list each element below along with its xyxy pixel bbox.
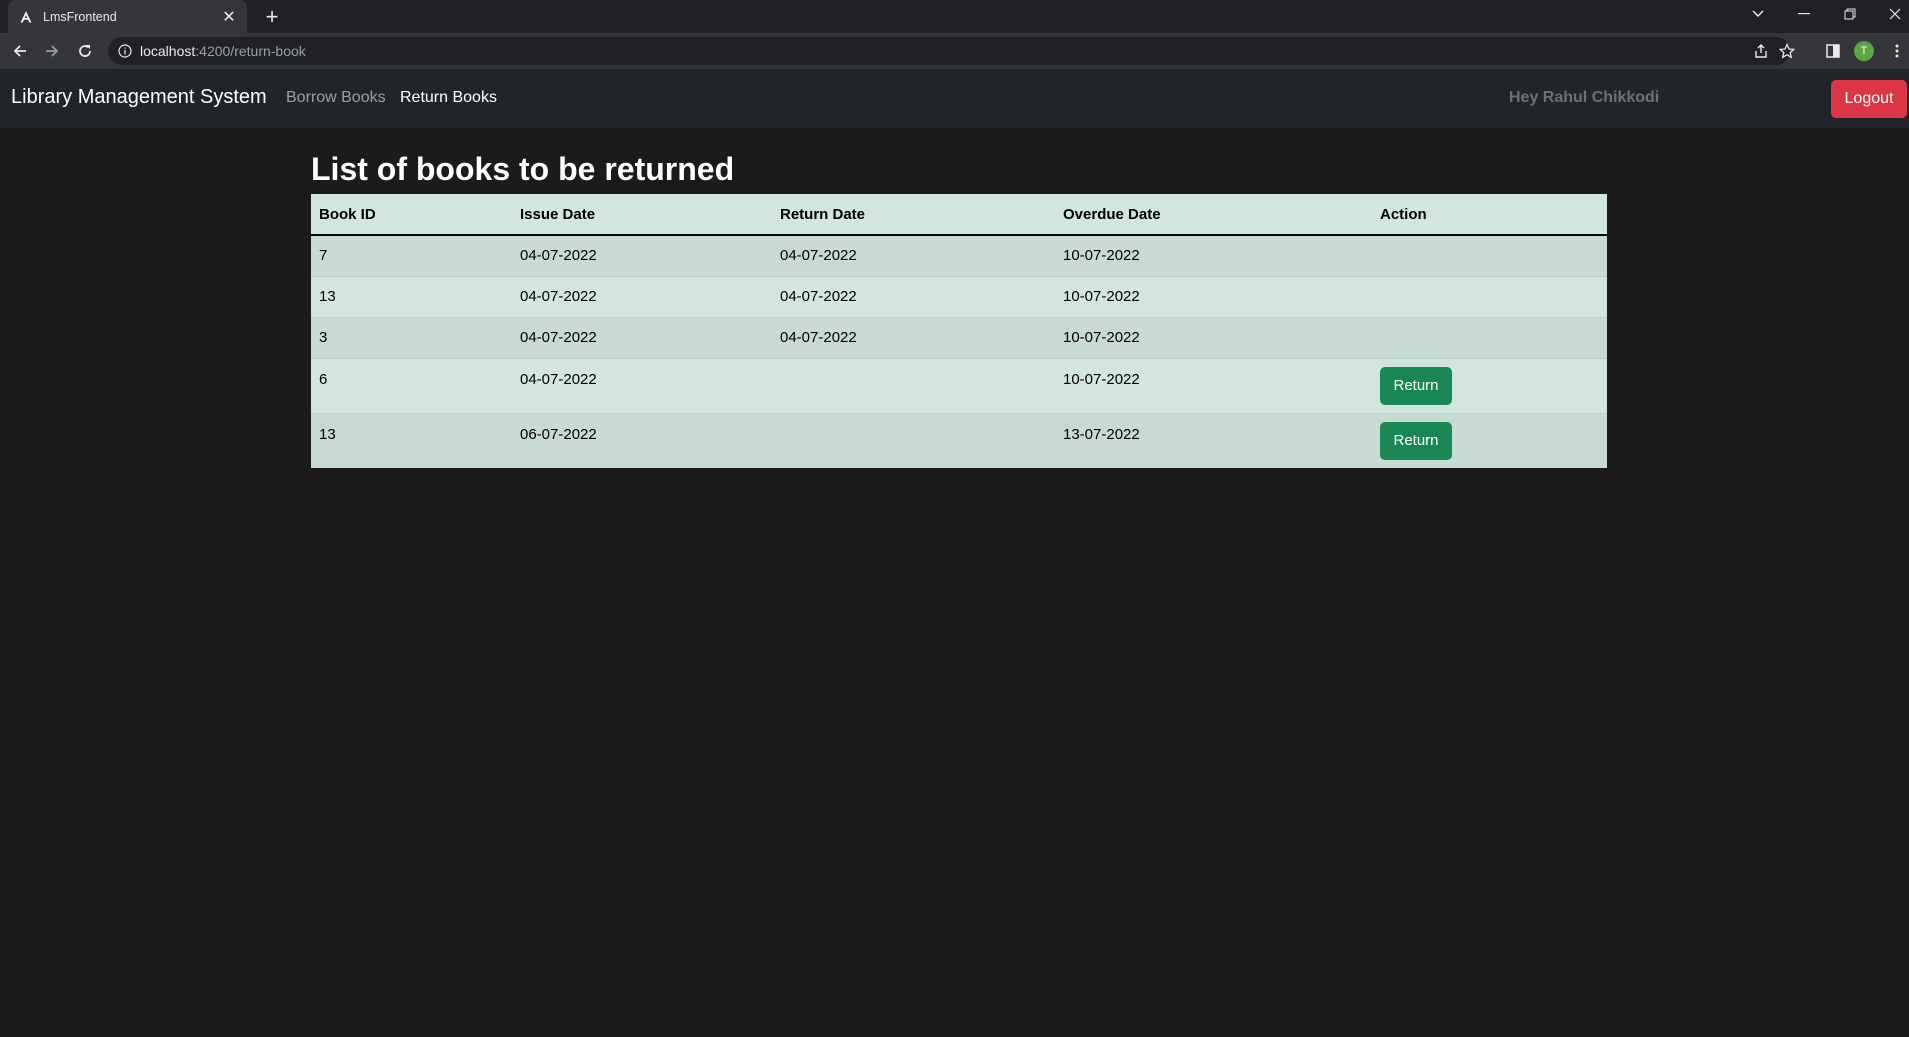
- url-path: :4200/return-book: [195, 43, 306, 59]
- new-tab-icon[interactable]: +: [258, 3, 286, 31]
- cell-return-date: 04-07-2022: [772, 316, 1055, 358]
- page-title: List of books to be returned: [311, 151, 735, 187]
- minimize-icon[interactable]: [1784, 0, 1824, 28]
- cell-overdue-date: 10-07-2022: [1055, 275, 1372, 317]
- cell-action: Return: [1372, 412, 1607, 468]
- cell-action: Return: [1372, 357, 1607, 413]
- browser-toolbar: localhost:4200/return-book T: [0, 33, 1909, 69]
- browser-tabstrip: LmsFrontend ✕ +: [0, 0, 1909, 33]
- site-info-icon[interactable]: [118, 44, 132, 58]
- restore-icon[interactable]: [1830, 0, 1870, 28]
- app-navbar: Library Management System Borrow Books R…: [0, 69, 1909, 128]
- cell-overdue-date: 10-07-2022: [1055, 357, 1372, 413]
- cell-issue-date: 04-07-2022: [512, 357, 772, 413]
- address-bar[interactable]: localhost:4200/return-book: [108, 37, 1795, 65]
- browser-tab[interactable]: LmsFrontend ✕: [8, 0, 247, 33]
- side-panel-icon[interactable]: [1820, 38, 1846, 64]
- user-greeting: Hey Rahul Chikkodi: [1509, 89, 1660, 106]
- cell-overdue-date: 10-07-2022: [1055, 234, 1372, 276]
- table-row: 3 04-07-2022 04-07-2022 10-07-2022: [311, 316, 1607, 358]
- cell-return-date: [772, 412, 1055, 468]
- navbar-brand[interactable]: Library Management System: [11, 86, 267, 109]
- nav-link-return-books[interactable]: Return Books: [400, 89, 497, 107]
- reload-icon[interactable]: [72, 38, 98, 64]
- cell-book-id: 13: [311, 412, 512, 468]
- menu-dots-icon[interactable]: [1884, 38, 1909, 64]
- header-issue-date: Issue Date: [512, 194, 772, 236]
- header-overdue-date: Overdue Date: [1055, 194, 1372, 236]
- cell-overdue-date: 13-07-2022: [1055, 412, 1372, 468]
- cell-action: [1372, 234, 1607, 276]
- header-book-id: Book ID: [311, 194, 512, 236]
- cell-return-date: 04-07-2022: [772, 275, 1055, 317]
- cell-book-id: 6: [311, 357, 512, 413]
- url-host: localhost: [140, 43, 196, 59]
- back-icon[interactable]: [7, 38, 33, 64]
- cell-book-id: 13: [311, 275, 512, 317]
- cell-issue-date: 04-07-2022: [512, 275, 772, 317]
- table-row: 13 04-07-2022 04-07-2022 10-07-2022: [311, 275, 1607, 317]
- bookmark-star-icon[interactable]: [1774, 37, 1800, 65]
- tab-title: LmsFrontend: [43, 9, 117, 24]
- share-icon[interactable]: [1748, 37, 1774, 65]
- forward-icon[interactable]: [39, 38, 65, 64]
- cell-issue-date: 04-07-2022: [512, 316, 772, 358]
- tab-search-icon[interactable]: [1738, 0, 1778, 28]
- table-row: 13 06-07-2022 13-07-2022 Return: [311, 412, 1607, 468]
- nav-link-borrow-books[interactable]: Borrow Books: [286, 89, 386, 107]
- cell-issue-date: 06-07-2022: [512, 412, 772, 468]
- header-return-date: Return Date: [772, 194, 1055, 236]
- return-books-table: Book ID Issue Date Return Date Overdue D…: [311, 194, 1607, 468]
- cell-book-id: 3: [311, 316, 512, 358]
- table-header-row: Book ID Issue Date Return Date Overdue D…: [311, 194, 1607, 236]
- cell-return-date: 04-07-2022: [772, 234, 1055, 276]
- header-action: Action: [1372, 194, 1607, 236]
- cell-issue-date: 04-07-2022: [512, 234, 772, 276]
- cell-return-date: [772, 357, 1055, 413]
- logout-button[interactable]: Logout: [1831, 80, 1907, 118]
- profile-initial: T: [1854, 41, 1874, 61]
- table-row: 7 04-07-2022 04-07-2022 10-07-2022: [311, 234, 1607, 276]
- close-tab-icon[interactable]: ✕: [221, 7, 237, 27]
- return-button[interactable]: Return: [1380, 421, 1452, 460]
- cell-overdue-date: 10-07-2022: [1055, 316, 1372, 358]
- profile-avatar[interactable]: T: [1851, 38, 1877, 64]
- cell-action: [1372, 316, 1607, 358]
- cell-action: [1372, 275, 1607, 317]
- cell-book-id: 7: [311, 234, 512, 276]
- table-row: 6 04-07-2022 10-07-2022 Return: [311, 357, 1607, 413]
- angular-icon: [18, 9, 34, 25]
- close-window-icon[interactable]: [1875, 0, 1909, 28]
- return-button[interactable]: Return: [1380, 366, 1452, 405]
